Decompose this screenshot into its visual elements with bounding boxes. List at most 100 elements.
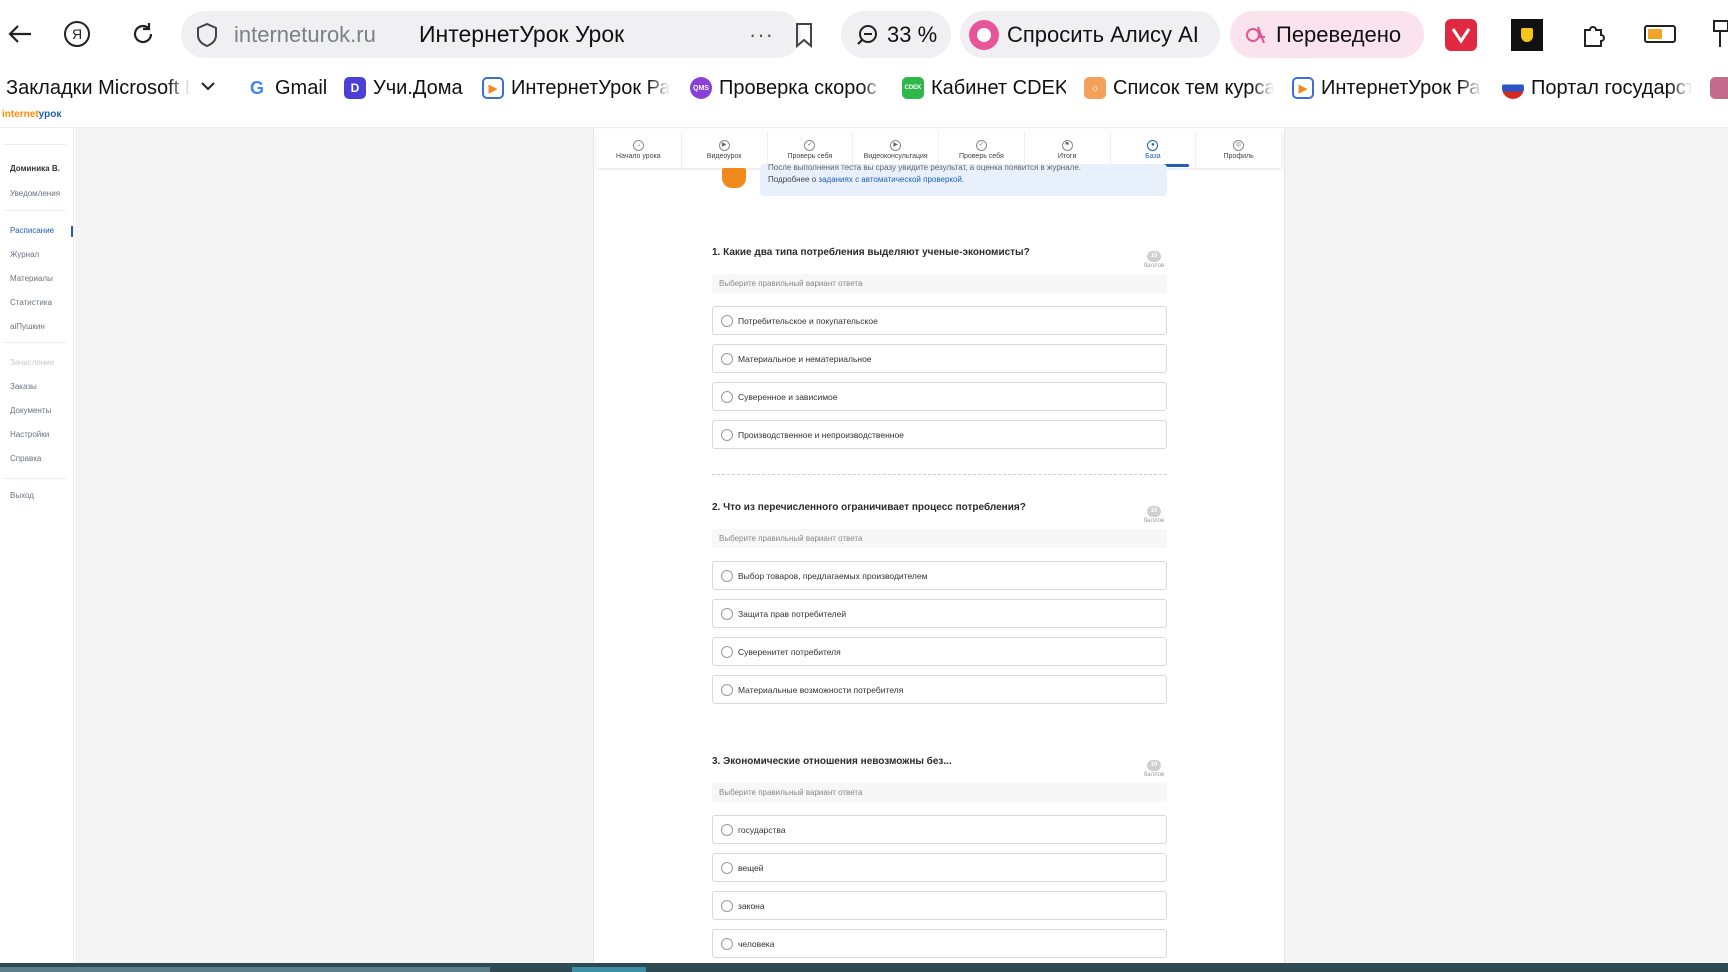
bookmark-icon[interactable]: [794, 22, 814, 53]
sidebar-item-help[interactable]: Справка: [10, 454, 41, 463]
bookmark-overflow[interactable]: [1710, 73, 1728, 103]
radio-button[interactable]: [721, 607, 733, 620]
sidebar-item-journal[interactable]: Журнал: [10, 250, 39, 259]
tab-video-lesson[interactable]: ▶ Видеоурок: [682, 132, 768, 168]
alice-button[interactable]: Спросить Алису AI: [960, 11, 1220, 58]
sidebar-item-schedule[interactable]: Расписание: [10, 226, 54, 235]
question-1-points: 10 баллов: [1141, 244, 1167, 270]
option-label: Производственное и непроизводственное: [738, 429, 904, 440]
address-bar[interactable]: interneturok.ru ИнтернетУрок Урок ···: [181, 11, 812, 58]
bookmark-label: Кабинет CDEK: [931, 76, 1066, 99]
question-2-option-1[interactable]: Выбор товаров, предлагаемых производител…: [712, 561, 1167, 590]
bookmark-folder-microsoft[interactable]: Закладки Microsoft E: [6, 73, 190, 103]
tab-base[interactable]: ● База: [1111, 132, 1197, 168]
yandex-icon[interactable]: Я: [57, 14, 97, 54]
question-1-option-4[interactable]: Производственное и непроизводственное: [712, 420, 1167, 449]
question-2-option-3[interactable]: Суверенитет потребителя: [712, 637, 1167, 666]
translate-button[interactable]: Переведено: [1230, 11, 1424, 58]
reload-icon[interactable]: [123, 14, 163, 54]
taskbar-strip: [0, 963, 1728, 972]
radio-button[interactable]: [721, 428, 733, 441]
points-badge: 10: [1147, 760, 1161, 771]
more-icon[interactable]: ···: [749, 22, 774, 48]
tab-label: Профиль: [1223, 153, 1254, 160]
brush-icon[interactable]: [1708, 19, 1728, 51]
badge-extension-icon[interactable]: [1511, 19, 1543, 51]
question-2-option-4[interactable]: Материальные возможности потребителя: [712, 675, 1167, 704]
bookmark-course-topics[interactable]: ☼ Список тем курса: [1084, 73, 1274, 103]
sidebar-item-settings[interactable]: Настройки: [10, 430, 49, 439]
vivaldi-extension-icon[interactable]: [1445, 19, 1477, 51]
bookmark-uchi-doma[interactable]: D Учи.Дома: [344, 73, 464, 103]
question-3-option-4[interactable]: человека: [712, 929, 1167, 958]
radio-button[interactable]: [721, 899, 733, 912]
option-label: вещей: [738, 862, 764, 873]
battery-icon[interactable]: [1644, 25, 1676, 43]
radio-button[interactable]: [721, 352, 733, 365]
bookmark-interneturok-1[interactable]: ▶ ИнтернетУрок Ра: [482, 73, 670, 103]
bookmark-label: ИнтернетУрок Ра: [511, 76, 670, 99]
bookmark-cdek[interactable]: CDEK Кабинет CDEK: [902, 73, 1066, 103]
question-1-option-3[interactable]: Суверенное и зависимое: [712, 382, 1167, 411]
bookmark-gmail[interactable]: G Gmail: [246, 73, 332, 103]
uchi-doma-icon: D: [344, 77, 366, 99]
base-icon: ●: [1147, 140, 1159, 151]
auto-check-link[interactable]: заданиях с автоматической проверкой: [818, 175, 962, 184]
question-2-points: 10 баллов: [1141, 499, 1167, 525]
sidebar-item-materials[interactable]: Материалы: [10, 274, 53, 283]
sidebar-item-notifications[interactable]: Уведомления: [10, 189, 60, 198]
translate-icon: [1244, 23, 1268, 47]
sidebar-item-orders[interactable]: Заказы: [10, 382, 37, 391]
info-text: После выполнения теста вы сразу увидите …: [768, 163, 1081, 172]
sidebar-item-logout[interactable]: Выход: [10, 491, 34, 500]
radio-button[interactable]: [721, 823, 733, 836]
bookmark-label: Список тем курса: [1113, 76, 1274, 99]
radio-button[interactable]: [721, 683, 733, 696]
sidebar-divider: [4, 478, 66, 479]
sidebar-item-enrollment[interactable]: Зачисление: [10, 358, 54, 367]
tab-label: Начало урока: [616, 153, 661, 160]
zoom-pill[interactable]: 33 %: [841, 11, 951, 58]
tab-profile[interactable]: ◎ Профиль: [1196, 132, 1282, 168]
alice-label: Спросить Алису AI: [1007, 21, 1199, 47]
extensions-puzzle-icon[interactable]: [1578, 19, 1610, 51]
bookmark-speedtest[interactable]: QMS Проверка скорос: [690, 73, 884, 103]
sidebar-item-documents[interactable]: Документы: [10, 406, 51, 415]
bookmark-label: Учи.Дома: [373, 76, 463, 99]
radio-button[interactable]: [721, 314, 733, 327]
tab-lesson-start[interactable]: → Начало урока: [596, 132, 682, 168]
zoom-level: 33 %: [887, 21, 938, 47]
translate-label: Переведено: [1276, 21, 1402, 47]
page-title: ИнтернетУрок Урок: [419, 21, 625, 47]
question-1-option-2[interactable]: Материальное и нематериальное: [712, 344, 1167, 373]
radio-button[interactable]: [721, 645, 733, 658]
tab-label: Проверь себя: [958, 153, 1004, 160]
check-icon: ✓: [975, 140, 987, 151]
question-2-option-2[interactable]: Защита прав потребителей: [712, 599, 1167, 628]
radio-button[interactable]: [721, 861, 733, 874]
bookmark-label: Закладки Microsoft E: [6, 76, 190, 99]
back-icon[interactable]: [0, 14, 40, 54]
option-label: человека: [738, 938, 775, 949]
question-3-option-3[interactable]: закона: [712, 891, 1167, 920]
radio-button[interactable]: [721, 569, 733, 582]
question-3-points: 10 баллов: [1141, 753, 1167, 779]
bookmarks-bar: Закладки Microsoft E G Gmail D Учи.Дома …: [0, 70, 1728, 106]
sidebar-user[interactable]: Доминика В.: [10, 164, 60, 173]
option-label: закона: [738, 900, 765, 911]
bookmark-interneturok-2[interactable]: ▶ ИнтернетУрок Ра: [1292, 73, 1482, 103]
info-prefix: Подробнее о: [768, 175, 817, 184]
sidebar-item-aipushkin[interactable]: aiПушкин: [10, 322, 45, 331]
bookmark-label: Портал государст: [1531, 76, 1692, 99]
logo-part-urok: урок: [38, 109, 62, 120]
question-3-option-2[interactable]: вещей: [712, 853, 1167, 882]
radio-button[interactable]: [721, 390, 733, 403]
radio-button[interactable]: [721, 937, 733, 950]
sidebar-item-statistics[interactable]: Статистика: [10, 298, 52, 307]
site-logo[interactable]: internetурок: [2, 109, 61, 120]
question-3-option-1[interactable]: государства: [712, 815, 1167, 844]
question-1-option-1[interactable]: Потребительское и покупательское: [712, 306, 1167, 335]
shield-icon[interactable]: [196, 22, 218, 53]
bookmark-gosuslugi[interactable]: Портал государст: [1502, 73, 1692, 103]
chevron-down-icon[interactable]: [200, 79, 216, 97]
